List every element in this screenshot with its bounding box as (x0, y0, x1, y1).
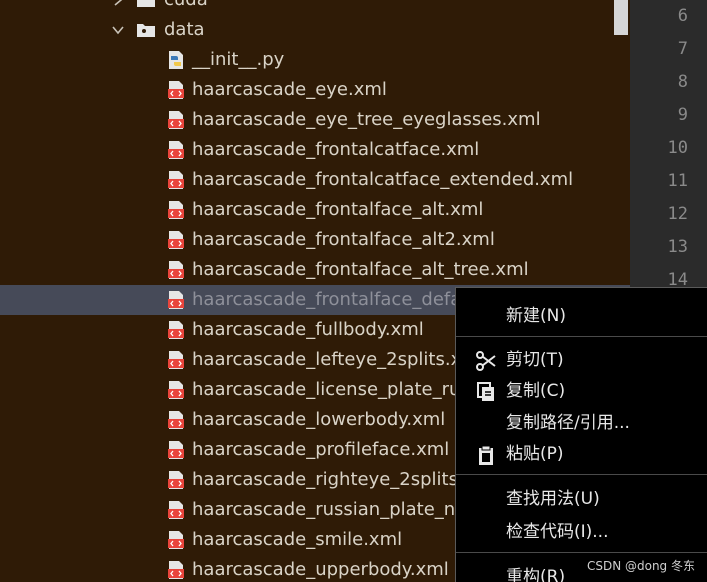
menu-item-label: 粘贴(P) (506, 444, 564, 464)
tree-file-label: haarcascade_frontalcatface.xml (192, 139, 480, 160)
menu-item-find-usages[interactable]: 查找用法(U) (456, 484, 707, 514)
tree-file-xml[interactable]: haarcascade_frontalcatface.xml (0, 135, 630, 165)
tree-folder-label: data (164, 19, 205, 40)
tree-file-label: haarcascade_frontalcatface_extended.xml (192, 169, 574, 190)
tree-file-label: haarcascade_frontalface_alt2.xml (192, 229, 495, 250)
tree-folder-data[interactable]: data (0, 15, 630, 45)
python-file-icon (166, 50, 186, 70)
menu-item-label: 复制路径/引用... (506, 413, 630, 433)
xml-file-icon (166, 380, 186, 400)
context-menu: 新建(N) 剪切(T) 复制(C) 复制路径/引用... 粘贴(P) 查找用法(… (455, 287, 707, 582)
menu-item-copy[interactable]: 复制(C) (456, 376, 707, 406)
xml-file-icon (166, 230, 186, 250)
xml-file-icon (166, 440, 186, 460)
line-number: 8 (677, 72, 688, 92)
xml-file-icon (166, 320, 186, 340)
menu-separator (456, 474, 707, 475)
tree-file-label: haarcascade_righteye_2splits.xml (192, 469, 497, 490)
menu-item-label: 剪切(T) (506, 350, 564, 370)
tree-folder-cuda[interactable]: cuda (0, 0, 630, 15)
line-number: 7 (677, 39, 688, 59)
tree-folder-label: cuda (164, 0, 208, 15)
menu-item-cut[interactable]: 剪切(T) (456, 345, 707, 375)
xml-file-icon (166, 290, 186, 310)
xml-file-icon (166, 170, 186, 190)
tree-file-label: haarcascade_smile.xml (192, 529, 403, 550)
tree-file-xml[interactable]: haarcascade_frontalface_alt_tree.xml (0, 255, 630, 285)
tree-file-xml[interactable]: haarcascade_frontalface_alt2.xml (0, 225, 630, 255)
menu-item-label: 重构(R) (506, 567, 566, 582)
xml-file-icon (166, 500, 186, 520)
menu-item-inspect-code[interactable]: 检查代码(I)... (456, 517, 707, 547)
scissors-icon (475, 350, 497, 372)
line-number: 10 (667, 138, 688, 158)
chevron-down-icon[interactable] (110, 22, 126, 38)
xml-file-icon (166, 530, 186, 550)
menu-item-label: 新建(N) (506, 306, 566, 326)
vertical-scrollbar-thumb[interactable] (614, 0, 628, 35)
tree-file-python[interactable]: __init__.py (0, 45, 630, 75)
menu-separator (456, 552, 707, 553)
tree-file-xml[interactable]: haarcascade_eye.xml (0, 75, 630, 105)
menu-item-paste[interactable]: 粘贴(P) (456, 439, 707, 469)
watermark: CSDN @dong 冬东 (586, 559, 695, 573)
xml-file-icon (166, 200, 186, 220)
tree-file-label: haarcascade_upperbody.xml (192, 559, 449, 580)
xml-file-icon (166, 110, 186, 130)
tree-file-label: haarcascade_eye_tree_eyeglasses.xml (192, 109, 541, 130)
xml-file-icon (166, 260, 186, 280)
tree-file-xml[interactable]: haarcascade_eye_tree_eyeglasses.xml (0, 105, 630, 135)
folder-icon (136, 0, 156, 10)
xml-file-icon (166, 470, 186, 490)
menu-separator (456, 336, 707, 337)
folder-icon (136, 20, 156, 40)
copy-icon (475, 381, 497, 403)
tree-file-label: __init__.py (192, 49, 285, 70)
tree-file-label: haarcascade_fullbody.xml (192, 319, 424, 340)
tree-file-label: haarcascade_lowerbody.xml (192, 409, 446, 430)
line-number: 9 (677, 105, 688, 125)
tree-file-label: haarcascade_frontalface_alt.xml (192, 199, 484, 220)
chevron-right-icon[interactable] (110, 0, 126, 8)
tree-file-label: haarcascade_lefteye_2splits.xml (192, 349, 484, 370)
line-number: 13 (667, 237, 688, 257)
xml-file-icon (166, 140, 186, 160)
menu-item-label: 查找用法(U) (506, 489, 600, 509)
menu-item-copy-path[interactable]: 复制路径/引用... (456, 408, 707, 438)
tree-file-label: haarcascade_frontalface_alt_tree.xml (192, 259, 529, 280)
line-number: 12 (667, 204, 688, 224)
paste-icon (475, 444, 497, 466)
xml-file-icon (166, 560, 186, 580)
menu-item-label: 复制(C) (506, 381, 566, 401)
line-number: 11 (667, 171, 688, 191)
xml-file-icon (166, 80, 186, 100)
tree-file-xml[interactable]: haarcascade_frontalface_alt.xml (0, 195, 630, 225)
menu-item-new[interactable]: 新建(N) (456, 301, 707, 331)
xml-file-icon (166, 350, 186, 370)
menu-item-label: 检查代码(I)... (506, 522, 609, 542)
tree-file-label: haarcascade_eye.xml (192, 79, 387, 100)
line-number: 6 (677, 6, 688, 26)
tree-file-label: haarcascade_profileface.xml (192, 439, 450, 460)
tree-file-xml[interactable]: haarcascade_frontalcatface_extended.xml (0, 165, 630, 195)
xml-file-icon (166, 410, 186, 430)
